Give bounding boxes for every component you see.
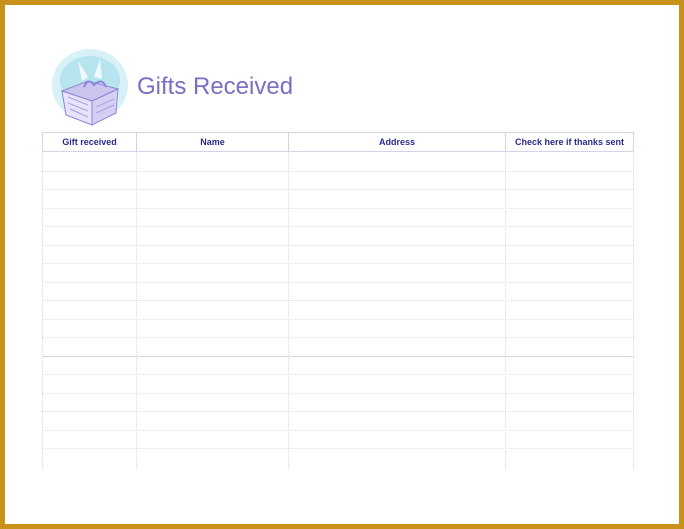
table-row-line [42,355,634,357]
table-row-line [42,429,634,431]
table-row-line [42,170,634,172]
table-row-line [42,448,634,449]
table-row-line [42,226,634,227]
gift-table: Gift received Name Address Check here if… [42,132,634,469]
table-row-line [42,374,634,375]
table-row-line [42,281,634,283]
page-title: Gifts Received [137,73,294,100]
column-divider [633,152,634,469]
column-divider [288,152,289,469]
column-header-address: Address [288,132,506,152]
table-row-line [42,337,634,338]
table-row-line [42,207,634,209]
table-row-line [42,244,634,246]
table-row-line [42,263,634,264]
column-divider [42,152,43,469]
column-header-name: Name [136,132,289,152]
table-row-line [42,392,634,394]
table-row-line [42,300,634,301]
table-row-line [42,411,634,412]
column-divider [136,152,137,469]
column-divider [505,152,506,469]
gift-box-icon [48,47,132,131]
document-page: Gifts Received Gift received Name Addres… [5,5,679,524]
column-header-thanks-sent: Check here if thanks sent [505,132,634,152]
table-row-line [42,318,634,320]
table-row-line [42,189,634,190]
column-header-gift-received: Gift received [42,132,137,152]
